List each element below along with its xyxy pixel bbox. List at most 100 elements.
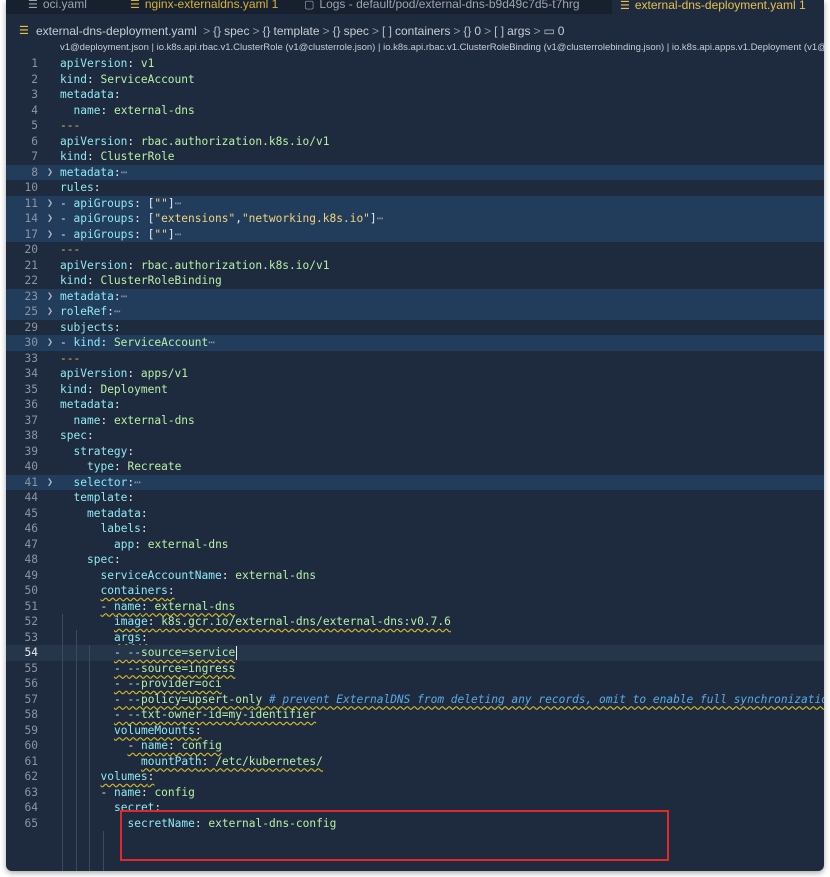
code-line[interactable]: 4 name: external-dns <box>6 103 824 119</box>
chevron-right-icon[interactable]: ❯ <box>47 165 57 181</box>
code-line[interactable]: 39 strategy: <box>6 444 824 460</box>
tab-logs[interactable]: ▢ Logs - default/pod/external-dns-b9d49c7… <box>296 0 588 14</box>
yaml-key: image <box>114 615 148 628</box>
code-line[interactable]: 50 containers: <box>6 583 824 599</box>
code-content: - name: config <box>101 786 195 799</box>
code-line[interactable]: 60 - name: config <box>6 738 824 754</box>
code-line[interactable]: 59 volumeMounts: <box>6 723 824 739</box>
colon: : <box>113 165 121 179</box>
tab-oci-yaml[interactable]: ☰ oci.yaml <box>20 0 95 14</box>
code-line[interactable]: 8 ❯ metadata:⋯ <box>6 164 824 181</box>
code-line[interactable]: 35 kind: Deployment <box>6 382 824 398</box>
line-number: 40 <box>24 460 38 473</box>
code-line[interactable]: 10 rules: <box>6 180 824 196</box>
yaml-value: v1 <box>140 57 155 70</box>
line-number: 61 <box>24 754 38 768</box>
code-line[interactable]: 7 kind: ClusterRole <box>6 149 824 165</box>
yaml-key: apiVersion <box>60 57 128 70</box>
code-line[interactable]: 54 - --source=service <box>6 645 824 661</box>
code-line[interactable]: 3 metadata: <box>6 87 824 103</box>
fold-ellipsis[interactable]: ⋯ <box>134 476 141 489</box>
chevron-right-icon[interactable]: ❯ <box>47 211 57 227</box>
code-line[interactable]: 14 ❯ - apiGroups: ["extensions","networkin… <box>6 211 824 227</box>
breadcrumb-segment[interactable]: {} 0 <box>463 24 481 38</box>
code-line[interactable]: 49 serviceAccountName: external-dns <box>6 568 824 584</box>
code-line[interactable]: 56 - --provider=oci <box>6 676 824 692</box>
code-line[interactable]: 47 app: external-dns <box>6 537 824 553</box>
yaml-key: type <box>87 460 114 473</box>
code-line[interactable]: 55 - --source=ingress <box>6 661 824 677</box>
code-line[interactable]: 29 subjects: <box>6 320 824 336</box>
fold-ellipsis[interactable]: ⋯ <box>377 212 384 225</box>
code-line[interactable]: 41 ❯ selector:⋯ <box>6 474 824 491</box>
line-number: 52 <box>24 615 38 628</box>
fold-ellipsis[interactable]: ⋯ <box>121 290 128 303</box>
chevron-right-icon[interactable]: ❯ <box>47 304 57 320</box>
code-line[interactable]: 58 - --txt-owner-id=my-identifier <box>6 707 824 723</box>
line-number: 36 <box>24 398 38 411</box>
code-line[interactable]: 2 kind: ServiceAccount <box>6 72 824 88</box>
code-line[interactable]: 23 ❯ metadata:⋯ <box>6 288 824 305</box>
breadcrumb-segment[interactable]: {} spec <box>333 24 369 38</box>
code-line[interactable]: 22 kind: ClusterRoleBinding <box>6 273 824 289</box>
tab-external-dns-deployment[interactable]: ☰ external-dns-deployment.yaml 1 <box>612 0 824 14</box>
code-line[interactable]: 33 --- <box>6 351 824 367</box>
code-line[interactable]: 1 apiVersion: v1 <box>6 56 824 72</box>
code-line[interactable]: 30 ❯ - kind: ServiceAccount⋯ <box>6 335 824 351</box>
breadcrumb-file[interactable]: external-dns-deployment.yaml <box>36 24 197 38</box>
code-line[interactable]: 21 apiVersion: rbac.authorization.k8s.io/… <box>6 258 824 274</box>
list-dash: - <box>114 677 128 690</box>
code-line[interactable]: 48 spec: <box>6 552 824 568</box>
code-line[interactable]: 52 image: k8s.gcr.io/external-dns/externa… <box>6 614 824 630</box>
chevron-right-icon[interactable]: ❯ <box>47 227 57 243</box>
code-line[interactable]: 63 - name: config <box>6 785 824 801</box>
yaml-key: kind <box>60 72 87 86</box>
breadcrumb-segment-label: spec <box>224 24 250 38</box>
code-line[interactable]: 46 labels: <box>6 521 824 537</box>
code-line[interactable]: 25 ❯ roleRef:⋯ <box>6 304 824 320</box>
code-line[interactable]: 40 type: Recreate <box>6 459 824 475</box>
yaml-key: serviceAccountName <box>100 568 222 582</box>
breadcrumb-segment[interactable]: {} spec <box>213 24 249 38</box>
code-line[interactable]: 11 ❯ - apiGroups: [""]⋯ <box>6 195 824 212</box>
fold-ellipsis[interactable]: ⋯ <box>175 197 182 210</box>
colon: : <box>140 599 148 613</box>
breadcrumb-segment[interactable]: {} template <box>263 24 320 38</box>
breadcrumb-segment[interactable]: [ ] args <box>494 24 530 38</box>
colon: : <box>93 181 101 194</box>
chevron-right-icon[interactable]: ❯ <box>47 475 57 491</box>
colon: : <box>127 491 135 504</box>
code-line[interactable]: 45 metadata: <box>6 506 824 522</box>
breadcrumb-segment[interactable]: ▭ 0 <box>543 24 564 38</box>
chevron-right-icon[interactable]: ❯ <box>47 335 57 351</box>
tab-nginx-externaldns[interactable]: ☰ nginx-externaldns.yaml 1 <box>122 0 286 14</box>
code-line[interactable]: 37 name: external-dns <box>6 413 824 429</box>
code-line[interactable]: 57 - --policy=upsert-only # prevent Exter… <box>6 692 824 708</box>
code-line[interactable]: 36 metadata: <box>6 397 824 413</box>
code-line[interactable]: 61 mountPath: /etc/kubernetes/ <box>6 754 824 770</box>
code-line[interactable]: 20 --- <box>6 242 824 258</box>
breadcrumb-segment[interactable]: [ ] containers <box>382 24 450 38</box>
colon: : <box>100 413 108 427</box>
code-line[interactable]: 51 - name: external-dns <box>6 599 824 615</box>
code-line[interactable]: 38 spec: <box>6 428 824 444</box>
colon: : <box>127 444 135 458</box>
code-line[interactable]: 5 --- <box>6 118 824 134</box>
code-line[interactable]: 17 ❯ - apiGroups: [""]⋯ <box>6 226 824 243</box>
code-line[interactable]: 53 args: <box>6 630 824 646</box>
chevron-right-icon[interactable]: ❯ <box>47 196 57 212</box>
fold-ellipsis[interactable]: ⋯ <box>208 336 215 349</box>
schema-status[interactable]: v1@deployment.json | io.k8s.api.rbac.v1.… <box>60 41 824 55</box>
fold-ellipsis[interactable]: ⋯ <box>121 166 128 179</box>
yaml-value: rbac.authorization.k8s.io/v1 <box>140 134 330 148</box>
code-line[interactable]: 44 template: <box>6 490 824 506</box>
code-text: - --source=ingress <box>114 661 235 677</box>
code-line[interactable]: 62 volumes: <box>6 769 824 785</box>
fold-ellipsis[interactable]: ⋯ <box>175 228 182 241</box>
code-editor[interactable]: 1 apiVersion: v1 2 kind: ServiceAccount 3 met… <box>6 56 824 871</box>
chevron-right-icon[interactable]: ❯ <box>47 289 57 305</box>
code-line[interactable]: 6 apiVersion: rbac.authorization.k8s.io/v… <box>6 134 824 150</box>
code-text: --- <box>60 242 80 258</box>
code-line[interactable]: 34 apiVersion: apps/v1 <box>6 366 824 382</box>
fold-ellipsis[interactable]: ⋯ <box>114 305 121 318</box>
